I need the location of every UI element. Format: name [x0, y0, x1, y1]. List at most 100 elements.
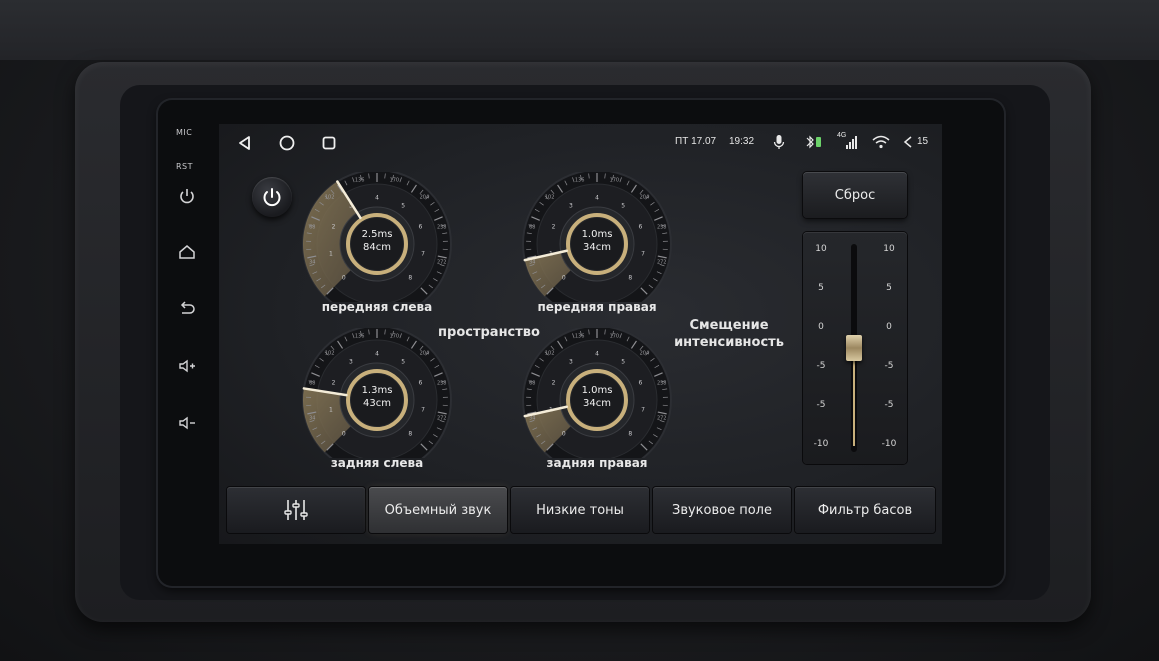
home-icon[interactable]: [177, 242, 197, 262]
fader-level-fill: [853, 361, 855, 446]
gauge-title: передняя слева: [321, 300, 433, 314]
fader-tick-right: -10: [881, 439, 897, 449]
gauge-inner-tick-label: 4: [375, 351, 379, 358]
gauge-rear-right[interactable]: 3468102136170204238272012345678 1.0ms 34…: [519, 328, 675, 478]
dashboard-trim: [0, 0, 1159, 60]
gauge-outer-tick-label: 204: [420, 351, 430, 357]
gauge-inner-tick-label: 5: [401, 202, 405, 209]
fader-tick-right: -5: [884, 400, 894, 410]
status-date: ПТ 17.07: [675, 136, 717, 147]
fader-tick-left: -5: [816, 361, 826, 371]
gauge-outer-tick-label: 272: [437, 259, 447, 265]
fader-tick-right: -5: [884, 361, 894, 371]
status-time: 19:32: [729, 136, 755, 147]
gauge-inner-tick-label: 8: [628, 275, 632, 282]
gauge-outer-tick-label: 136: [575, 333, 585, 339]
gauge-rear-left[interactable]: 34 68 102 136 170 204 238 272 0 1 2 3 4 5 6 7 8 1.3ms 43…: [299, 328, 455, 478]
gauge-inner-tick-label: 4: [595, 195, 599, 202]
gauge-outer-tick-label: 102: [545, 351, 555, 357]
fader-tick-left: -10: [813, 439, 829, 449]
gauge-outer-tick-label: 34: [309, 415, 315, 421]
power-icon[interactable]: [177, 186, 197, 206]
reset-button[interactable]: Сброс: [803, 172, 907, 218]
distance-value: 84cm: [363, 242, 391, 253]
space-label: пространство: [438, 325, 540, 340]
gauge-outer-tick-label: 272: [657, 415, 667, 421]
gauge-inner-tick-label: 0: [342, 275, 346, 282]
gauge-outer-tick-label: 272: [437, 415, 447, 421]
gauge-inner-tick-label: 0: [342, 431, 346, 438]
gauge-readout: 1.0ms 34cm: [519, 228, 675, 254]
gauge-readout: 2.5ms 84cm: [299, 228, 455, 254]
gauge-readout: 1.3ms 43cm: [299, 384, 455, 410]
gauge-inner-tick-label: 3: [349, 358, 353, 365]
gauge-inner-tick-label: 0: [562, 431, 566, 438]
back-icon[interactable]: [177, 299, 197, 319]
gauge-inner-tick-label: 5: [621, 202, 625, 209]
gauge-title: передняя правая: [537, 300, 657, 314]
intensity-label-line1: Смещение: [689, 318, 769, 333]
gauge-front-left[interactable]: 34 68 102 136 170 204 238 272 0 1 2 3 4 5 6 7 8 2.5ms 84…: [299, 172, 455, 322]
delay-value: 1.3ms: [361, 385, 393, 396]
bottom-tab-bar: Объемный звук Низкие тоны Звуковое поле …: [227, 487, 936, 535]
gauge-outer-tick-label: 204: [640, 195, 650, 201]
gauge-outer-tick-label: 204: [640, 351, 650, 357]
gauge-outer-tick-label: 136: [355, 333, 365, 339]
gauge-outer-tick-label: 204: [420, 195, 430, 201]
gauge-outer-tick-label: 136: [575, 177, 585, 183]
gauge-inner-tick-label: 0: [562, 275, 566, 282]
fader-tick-right: 10: [883, 244, 895, 254]
recents-square-icon[interactable]: [320, 134, 338, 152]
gauge-outer-tick-label: 34: [309, 259, 315, 265]
tab-sound-field[interactable]: Звуковое поле: [653, 487, 791, 533]
tab-bass[interactable]: Низкие тоны: [511, 487, 649, 533]
equalizer-icon: [284, 500, 308, 520]
intensity-label-line2: интенсивность: [674, 335, 784, 350]
gauge-inner-tick-label: 5: [621, 358, 625, 365]
gauge-outer-tick-label: 136: [355, 177, 365, 183]
volume-level: 15: [917, 136, 929, 147]
delay-value: 1.0ms: [581, 385, 613, 396]
rst-button[interactable]: RST: [176, 162, 193, 171]
fader-tick-right: 5: [886, 283, 892, 293]
fader-tick-left: 5: [818, 283, 824, 293]
distance-value: 34cm: [583, 398, 611, 409]
gauge-outer-tick-label: 170: [390, 177, 400, 183]
home-circle-icon[interactable]: [278, 134, 296, 152]
fader-tick-left: 10: [815, 244, 827, 254]
delay-value: 1.0ms: [581, 229, 613, 240]
fader-knob[interactable]: [846, 335, 862, 361]
tab-bass-filter[interactable]: Фильтр басов: [795, 487, 935, 533]
gauge-readout: 1.0ms 34cm: [519, 384, 675, 410]
gauge-outer-tick-label: 272: [657, 259, 667, 265]
gauge-inner-tick-label: 8: [408, 431, 412, 438]
power-button[interactable]: [252, 177, 292, 217]
volume-up-icon[interactable]: [177, 356, 197, 376]
back-triangle-icon[interactable]: [236, 134, 254, 152]
gauge-front-right[interactable]: 3468102136170204238272012345678 1.0ms 34…: [519, 172, 675, 322]
tab-equalizer[interactable]: [227, 487, 365, 533]
wifi-icon: [872, 135, 890, 149]
gauge-inner-tick-label: 4: [595, 351, 599, 358]
gauge-title: задняя слева: [330, 456, 424, 470]
volume-down-icon[interactable]: [177, 413, 197, 433]
fader-tick-right: 0: [886, 322, 892, 332]
fader-tick-left: -5: [816, 400, 826, 410]
gauge-outer-tick-label: 102: [325, 195, 335, 201]
gauge-inner-tick-label: 5: [401, 358, 405, 365]
power-icon: [263, 188, 281, 207]
signal-icon: [846, 136, 857, 149]
distance-value: 34cm: [583, 242, 611, 253]
gauge-inner-tick-label: 8: [628, 431, 632, 438]
status-bar: ПТ 17.07 19:32 4G 15: [219, 124, 942, 162]
gauge-outer-tick-label: 102: [545, 195, 555, 201]
gauge-outer-tick-label: 170: [610, 177, 620, 183]
gauge-inner-tick-label: 3: [569, 202, 573, 209]
distance-value: 43cm: [363, 398, 391, 409]
gauge-title: задняя правая: [546, 456, 648, 470]
gauge-outer-tick-label: 170: [610, 333, 620, 339]
gauge-inner-tick-label: 4: [375, 195, 379, 202]
bluetooth-icon: [806, 135, 821, 149]
gauge-outer-tick-label: 170: [390, 333, 400, 339]
tab-surround[interactable]: Объемный звук: [369, 487, 507, 533]
